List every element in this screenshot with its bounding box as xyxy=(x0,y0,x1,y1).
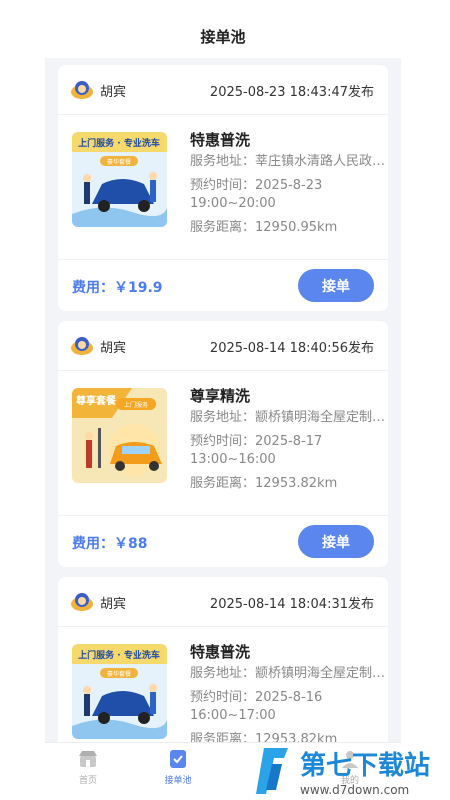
order-list[interactable]: 胡宾 2025-08-23 18:43:47发布 上门服务 · 专业洗车 豪华套… xyxy=(45,58,401,742)
watermark-logo-icon xyxy=(256,748,288,794)
appointment-time-range: 16:00~17:00 xyxy=(190,708,276,723)
customer-name: 胡宾 xyxy=(100,85,127,100)
tab-order-pool-label: 接单池 xyxy=(164,776,192,786)
fee: 费用：￥88 xyxy=(72,536,148,552)
page-title: 接单池 xyxy=(45,15,401,58)
order-card[interactable]: 胡宾 2025-08-23 18:43:47发布 上门服务 · 专业洗车 豪华套… xyxy=(58,65,388,311)
service-distance: 服务距离：12953.82km xyxy=(190,476,338,491)
avatar xyxy=(71,81,93,99)
appointment-time: 预约时间：2025-8-17 xyxy=(190,434,323,449)
svg-text:豪华套餐: 豪华套餐 xyxy=(107,670,131,678)
accept-order-button[interactable]: 接单 xyxy=(298,525,374,558)
service-name: 特惠普洗 xyxy=(190,131,251,149)
fee: 费用：￥19.9 xyxy=(72,280,163,296)
avatar xyxy=(71,337,93,355)
svg-text:豪华套餐: 豪华套餐 xyxy=(107,158,131,166)
appointment-time: 预约时间：2025-8-23 xyxy=(190,178,323,193)
service-address: 服务地址：莘庄镇水清路人民政… xyxy=(190,154,386,169)
service-name: 特惠普洗 xyxy=(190,643,251,661)
tab-order-pool[interactable]: 接单池 xyxy=(143,749,213,786)
checklist-icon xyxy=(170,750,186,768)
publish-time: 2025-08-23 18:43:47发布 xyxy=(209,85,374,100)
order-card-header: 胡宾 2025-08-14 18:40:56发布 xyxy=(58,321,388,371)
car-wash-image: 上门服务 · 专业洗车 豪华套餐 xyxy=(72,132,167,227)
order-card-header: 胡宾 2025-08-14 18:04:31发布 xyxy=(58,577,388,627)
service-thumbnail: 上门服务 · 专业洗车 豪华套餐 xyxy=(72,132,167,227)
service-thumbnail: 尊享套餐 上门服务 xyxy=(72,388,167,483)
tab-home[interactable]: 首页 xyxy=(53,749,123,786)
order-card-header: 胡宾 2025-08-23 18:43:47发布 xyxy=(58,65,388,115)
car-wash-image: 上门服务 · 专业洗车 豪华套餐 xyxy=(72,644,167,739)
svg-text:上门服务: 上门服务 xyxy=(124,401,148,409)
thumb-banner-text: 尊享套餐 xyxy=(76,394,117,407)
watermark-url: www.d7down.com xyxy=(300,783,409,797)
watermark-title: 第七下载站 xyxy=(300,750,430,781)
publish-time: 2025-08-14 18:04:31发布 xyxy=(209,597,374,612)
service-address: 服务地址：颛桥镇明海全屋定制… xyxy=(190,666,386,681)
customer-name: 胡宾 xyxy=(100,597,127,612)
service-distance: 服务距离：12950.95km xyxy=(190,220,338,235)
order-card-footer: 费用：￥88 接单 xyxy=(58,515,388,567)
service-name: 尊享精洗 xyxy=(190,387,251,405)
appointment-time-range: 19:00~20:00 xyxy=(190,196,276,211)
service-distance: 服务距离：12953.82km xyxy=(190,732,338,742)
accept-order-button[interactable]: 接单 xyxy=(298,269,374,302)
customer-name: 胡宾 xyxy=(100,341,127,356)
app-screen: 接单池 胡宾 2025-08-23 18:43:47发布 上门服务 · 专业洗车 xyxy=(45,15,401,800)
thumb-banner-text: 上门服务 · 专业洗车 xyxy=(78,649,160,661)
order-card[interactable]: 胡宾 2025-08-14 18:04:31发布 上门服务 · 专业洗车 豪华套… xyxy=(58,577,388,742)
thumb-banner-text: 上门服务 · 专业洗车 xyxy=(78,137,160,149)
tab-home-label: 首页 xyxy=(78,776,97,786)
site-watermark: 第七下载站 www.d7down.com xyxy=(256,748,430,797)
store-icon xyxy=(79,751,97,767)
appointment-time-range: 13:00~16:00 xyxy=(190,452,276,467)
service-address: 服务地址：颛桥镇明海全屋定制… xyxy=(190,410,386,425)
car-wash-image: 尊享套餐 上门服务 xyxy=(72,388,167,483)
order-card[interactable]: 胡宾 2025-08-14 18:40:56发布 尊享套餐 上门服务 尊享精洗 … xyxy=(58,321,388,567)
service-thumbnail: 上门服务 · 专业洗车 豪华套餐 xyxy=(72,644,167,739)
publish-time: 2025-08-14 18:40:56发布 xyxy=(209,341,374,356)
appointment-time: 预约时间：2025-8-16 xyxy=(190,690,323,705)
avatar xyxy=(71,593,93,611)
order-card-footer: 费用：￥19.9 接单 xyxy=(58,259,388,311)
